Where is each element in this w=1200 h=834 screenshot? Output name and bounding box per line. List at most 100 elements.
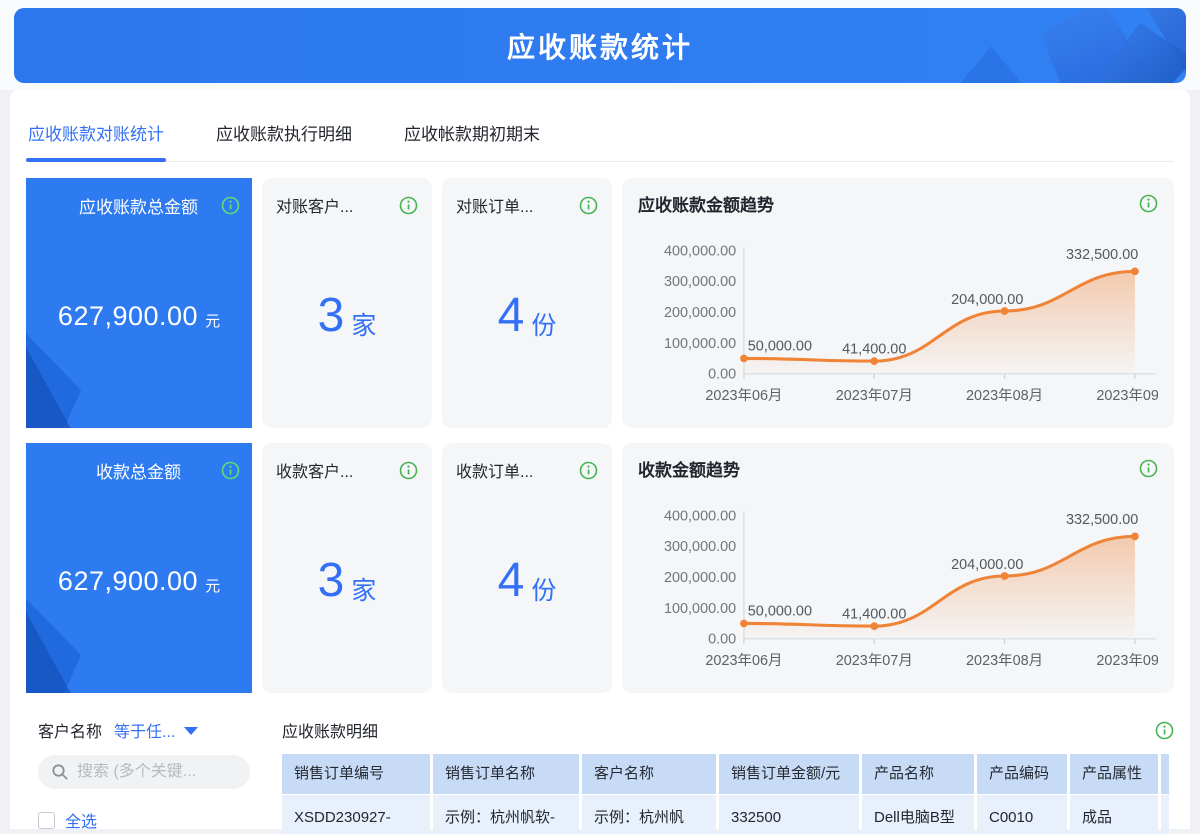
card-title: 对账订单... [456, 193, 533, 217]
line-chart: 0.00 100,000.00 200,000.00 300,000.00 400,00… [638, 218, 1158, 422]
table-cell: 示例：杭州帆 [582, 795, 716, 834]
info-icon[interactable] [221, 196, 240, 215]
tab-execution-detail[interactable]: 应收账款执行明细 [214, 100, 354, 161]
svg-text:200,000.00: 200,000.00 [664, 570, 736, 586]
select-all-checkbox[interactable] [38, 812, 55, 829]
svg-text:41,400.00: 41,400.00 [842, 606, 906, 622]
info-icon[interactable] [1155, 721, 1174, 740]
card-title: 收款总金额 [38, 458, 221, 483]
tab-opening-closing[interactable]: 应收帐款期初期末 [402, 100, 542, 161]
receivable-detail-table[interactable]: 销售订单编号销售订单名称客户名称销售订单金额/元产品名称产品编码产品属性XSDD… [282, 754, 1174, 834]
svg-text:2023年07月: 2023年07月 [836, 387, 913, 404]
svg-text:2023年08月: 2023年08月 [966, 652, 1043, 669]
chart-title: 收款金额趋势 [638, 456, 740, 481]
table-header-cell: 销售订单金额/元 [719, 754, 859, 794]
customer-filter-panel: 客户名称 等于任... 全选 [26, 719, 250, 834]
tab-reconciliation-stats[interactable]: 应收账款对账统计 [26, 100, 166, 161]
svg-text:204,000.00: 204,000.00 [951, 557, 1023, 573]
info-icon[interactable] [399, 461, 418, 480]
stat-unit: 份 [531, 555, 556, 607]
svg-text:2023年08月: 2023年08月 [966, 387, 1043, 404]
metric-unit: 元 [205, 302, 220, 331]
collection-orders-card: 收款订单... 4 份 [442, 443, 612, 693]
info-icon[interactable] [399, 196, 418, 215]
stat-value: 4 [498, 288, 525, 343]
svg-text:100,000.00: 100,000.00 [664, 336, 736, 352]
reconciled-customers-card: 对账客户... 3 家 [262, 178, 432, 428]
tab-label: 应收账款执行明细 [216, 125, 352, 144]
clipped-column-sliver [1161, 795, 1169, 834]
svg-text:300,000.00: 300,000.00 [664, 274, 736, 290]
collection-trend-chart-card: 收款金额趋势 0.00 100,000.00 200,000.00 300,000.0… [622, 443, 1174, 693]
svg-text:400,000.00: 400,000.00 [664, 243, 736, 259]
metric-value: 627,900.00 [58, 301, 198, 332]
svg-text:332,500.00: 332,500.00 [1066, 247, 1138, 263]
reconciled-orders-card: 对账订单... 4 份 [442, 178, 612, 428]
receivable-trend-chart-card: 应收账款金额趋势 0.00 100,000.00 200,000.00 300,000… [622, 178, 1174, 428]
table-cell: 示例：杭州帆软- [433, 795, 579, 834]
table-header-cell: 销售订单编号 [282, 754, 430, 794]
stat-value: 3 [318, 553, 345, 608]
table-cell: C0010 [977, 795, 1067, 834]
line-chart: 0.00100,000.00200,000.00300,000.00400,00… [638, 483, 1158, 687]
collection-customers-card: 收款客户... 3 家 [262, 443, 432, 693]
page-title: 应收账款统计 [507, 26, 693, 66]
table-title: 应收账款明细 [282, 718, 378, 742]
svg-text:300,000.00: 300,000.00 [664, 539, 736, 555]
svg-text:2023年06月: 2023年06月 [705, 387, 782, 404]
search-input[interactable] [77, 763, 227, 781]
page-banner: 应收账款统计 [14, 8, 1186, 83]
clipped-column-sliver [1161, 754, 1169, 794]
receivable-detail-panel: 应收账款明细 销售订单编号销售订单名称客户名称销售订单金额/元产品名称产品编码产… [282, 719, 1174, 834]
banner-decoration [946, 46, 1036, 83]
tab-label: 应收账款对账统计 [28, 125, 164, 144]
stat-unit: 份 [531, 290, 556, 342]
stat-value: 4 [498, 553, 525, 608]
banner-decoration [1046, 8, 1186, 83]
filter-field-label: 客户名称 [38, 718, 102, 742]
table-cell: Dell电脑B型 [862, 795, 974, 834]
table-header-cell: 客户名称 [582, 754, 716, 794]
detail-section: 客户名称 等于任... 全选 [26, 719, 1174, 834]
metric-unit: 元 [205, 567, 220, 596]
table-cell: 332500 [719, 795, 859, 834]
kpi-row-collection: 收款总金额 627,900.00 元 收款客户... [26, 443, 1174, 693]
filter-operator-dropdown[interactable]: 等于任... [114, 718, 198, 742]
svg-text:0.00: 0.00 [708, 367, 736, 383]
svg-text:332,500.00: 332,500.00 [1066, 512, 1138, 528]
tab-label: 应收帐款期初期末 [404, 125, 540, 144]
table-header-cell: 产品名称 [862, 754, 974, 794]
svg-text:100,000.00: 100,000.00 [664, 601, 736, 617]
svg-text:200,000.00: 200,000.00 [664, 305, 736, 321]
table-header-cell: 产品属性 [1070, 754, 1158, 794]
banner-decoration [996, 8, 1146, 83]
collection-total-card: 收款总金额 627,900.00 元 [26, 443, 252, 693]
table-header-cell: 产品编码 [977, 754, 1067, 794]
info-icon[interactable] [221, 461, 240, 480]
table-cell: XSDD230927- [282, 795, 430, 834]
kpi-row-receivable: 应收账款总金额 627,900.00 元 对账客户... [26, 178, 1174, 428]
search-icon [51, 763, 69, 781]
chart-title: 应收账款金额趋势 [638, 191, 774, 216]
select-all-control[interactable]: 全选 [38, 808, 250, 832]
stat-value: 3 [318, 288, 345, 343]
svg-text:0.00: 0.00 [708, 632, 736, 648]
receivable-total-card: 应收账款总金额 627,900.00 元 [26, 178, 252, 428]
info-icon[interactable] [579, 196, 598, 215]
info-icon[interactable] [579, 461, 598, 480]
svg-text:50,000.00: 50,000.00 [748, 339, 812, 355]
info-icon[interactable] [1139, 194, 1158, 213]
svg-text:2023年09月: 2023年09月 [1096, 652, 1158, 669]
card-title: 收款订单... [456, 458, 533, 482]
banner-decoration [1074, 23, 1186, 83]
info-icon[interactable] [1139, 459, 1158, 478]
card-title: 应收账款总金额 [38, 193, 221, 218]
svg-text:50,000.00: 50,000.00 [748, 604, 812, 620]
filter-operator-value: 等于任... [114, 718, 175, 742]
table-cell: 成品 [1070, 795, 1158, 834]
tab-bar: 应收账款对账统计 应收账款执行明细 应收帐款期初期末 [26, 90, 1174, 162]
customer-search-box [38, 755, 250, 789]
card-title: 收款客户... [276, 458, 353, 482]
select-all-label: 全选 [65, 808, 97, 832]
metric-value: 627,900.00 [58, 566, 198, 597]
